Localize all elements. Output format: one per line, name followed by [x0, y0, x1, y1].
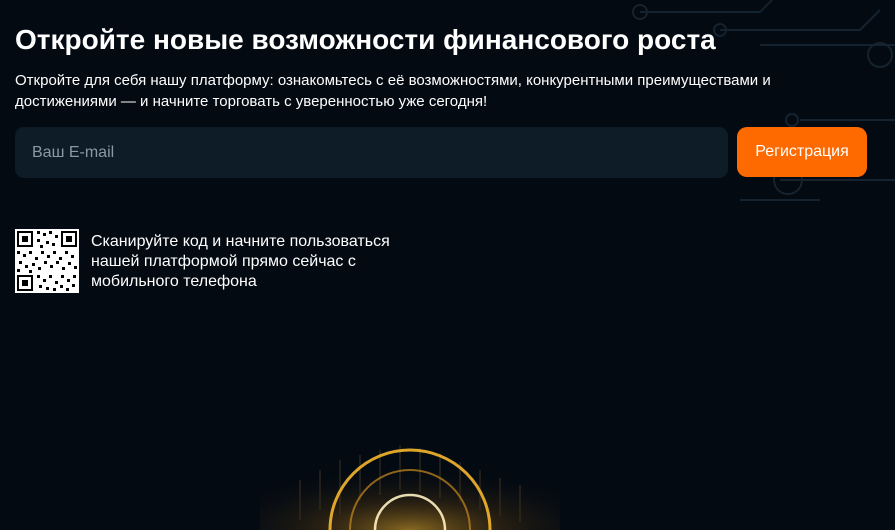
qr-caption: Сканируйте код и начните пользоваться на… [91, 233, 390, 290]
page-title: Откройте новые возможности финансового р… [15, 24, 716, 55]
register-button[interactable]: Регистрация [737, 127, 867, 177]
qr-code-icon [15, 229, 79, 293]
page-subtitle: Откройте для себя нашу платформу: ознако… [15, 72, 771, 110]
email-field[interactable] [15, 127, 728, 178]
coin-illustration [260, 440, 560, 530]
